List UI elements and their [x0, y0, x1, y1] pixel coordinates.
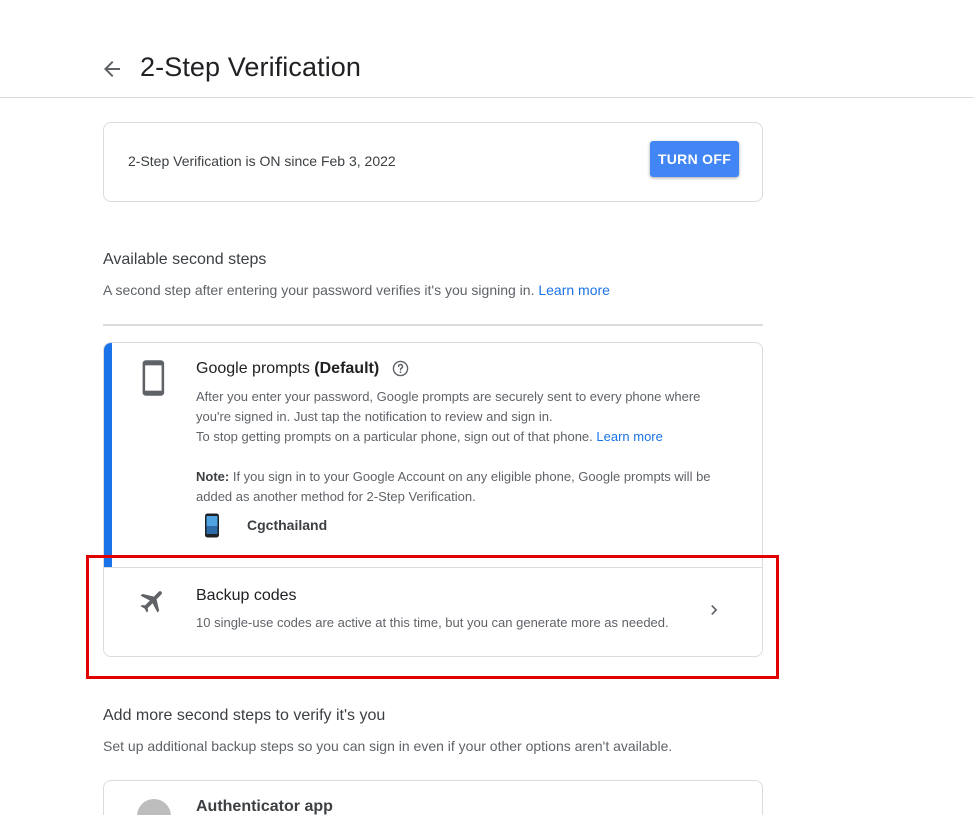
google-prompts-description: After you enter your password, Google pr…	[196, 389, 701, 444]
authenticator-icon	[137, 799, 171, 815]
authenticator-title: Authenticator app	[196, 798, 333, 815]
page-title: 2-Step Verification	[140, 52, 362, 82]
default-accent-bar	[104, 343, 112, 567]
authenticator-card[interactable]: Authenticator app	[103, 780, 763, 815]
chevron-right-icon[interactable]	[704, 600, 724, 620]
backup-codes-title: Backup codes	[196, 587, 297, 604]
smartphone-icon	[142, 360, 165, 396]
section-divider	[103, 324, 763, 326]
airplane-icon	[140, 591, 162, 613]
help-circle-icon[interactable]	[392, 360, 409, 377]
google-prompts-learn-more-link[interactable]: Learn more	[596, 429, 662, 444]
available-steps-title: Available second steps	[103, 251, 267, 268]
backup-codes-description: 10 single-use codes are active at this t…	[196, 615, 669, 630]
second-steps-card: Google prompts (Default) After you enter…	[103, 342, 763, 657]
phone-device-icon	[205, 513, 219, 538]
backup-codes-row[interactable]: Backup codes 10 single-use codes are act…	[104, 568, 762, 656]
device-item: Cgcthailand	[204, 513, 327, 539]
arrow-back-icon[interactable]	[100, 57, 124, 81]
google-prompts-title: Google prompts (Default)	[196, 360, 409, 378]
device-name: Cgcthailand	[247, 517, 328, 533]
turn-off-button[interactable]: TURN OFF	[650, 141, 739, 177]
available-steps-description: A second step after entering your passwo…	[103, 282, 610, 298]
more-steps-description: Set up additional backup steps so you ca…	[103, 738, 673, 754]
more-steps-title: Add more second steps to verify it's you	[103, 707, 386, 724]
status-card: 2-Step Verification is ON since Feb 3, 2…	[103, 122, 763, 202]
status-text: 2-Step Verification is ON since Feb 3, 2…	[128, 153, 396, 169]
google-prompts-note: Note: If you sign in to your Google Acco…	[196, 469, 711, 504]
page-header: 2-Step Verification	[0, 0, 974, 98]
learn-more-link[interactable]: Learn more	[538, 282, 610, 298]
